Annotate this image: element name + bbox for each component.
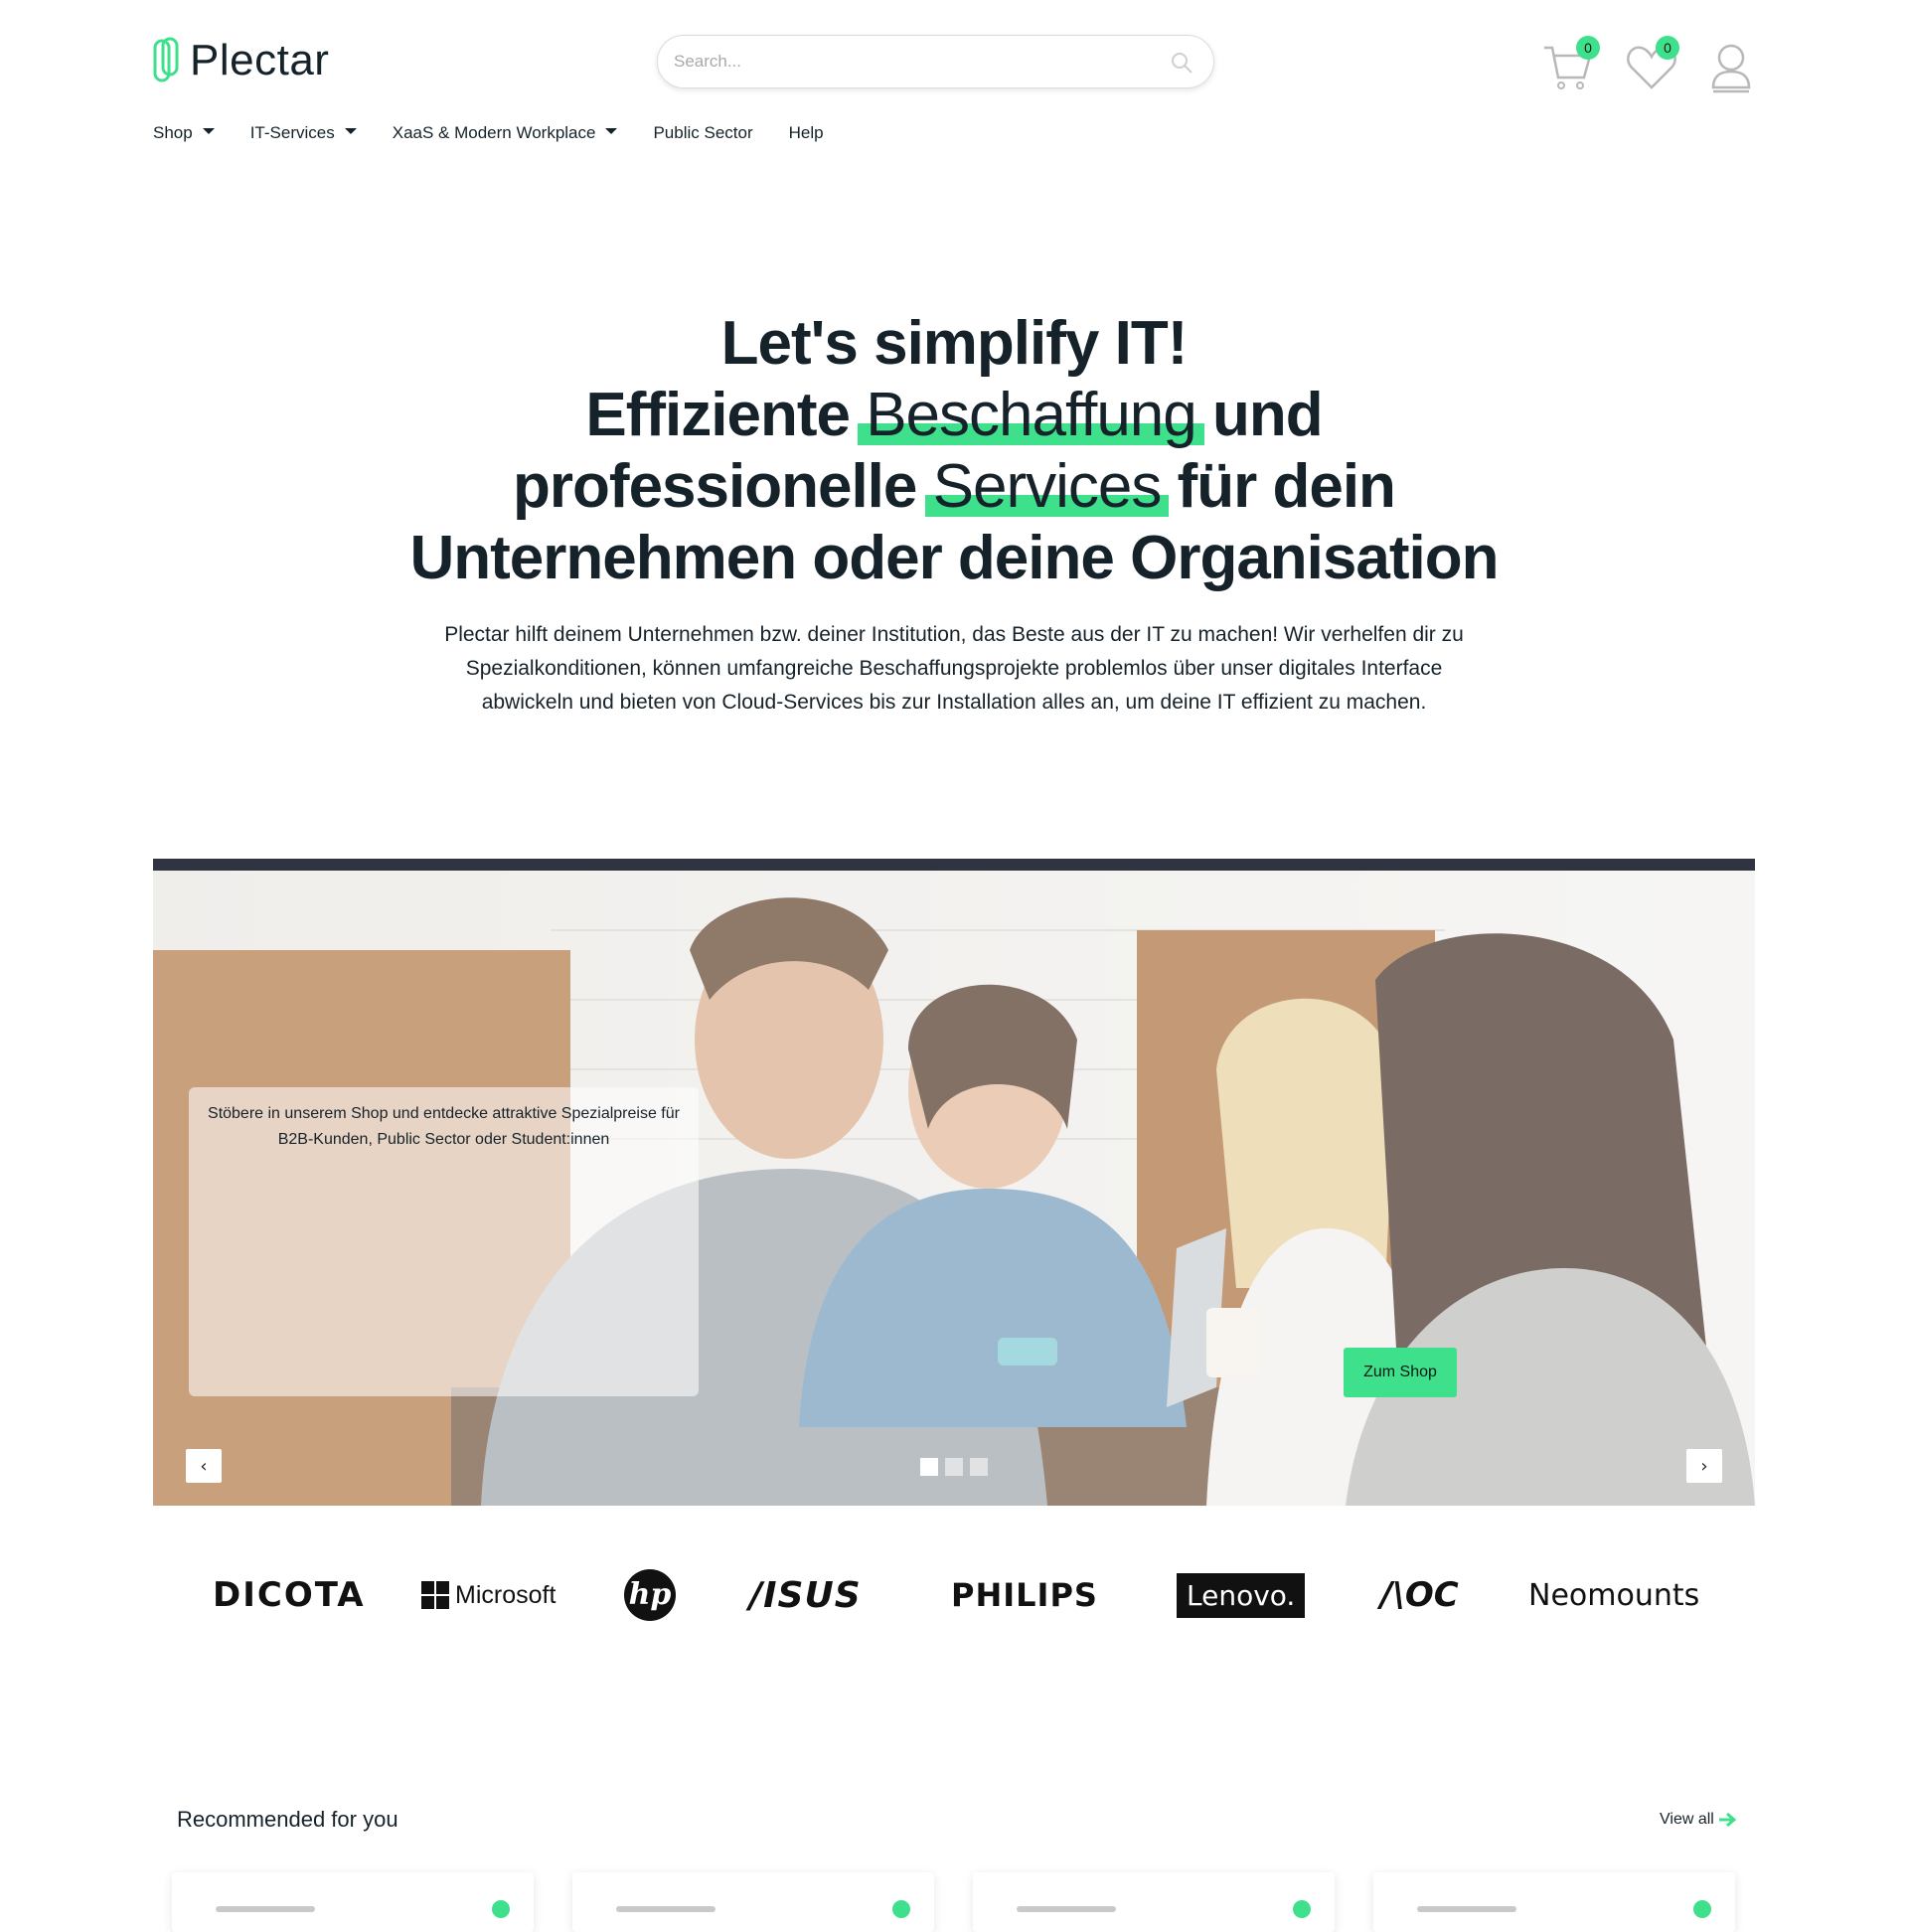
hero-subtitle: Plectar hilft deinem Unternehmen bzw. de… [444,623,1464,714]
hp-logo[interactable]: hp [624,1565,676,1625]
hero-line-2-pre: Effiziente [585,381,867,449]
caret-down-icon [344,128,357,134]
microsoft-logo[interactable]: Microsoft [421,1565,556,1625]
nav-item-xaas[interactable]: XaaS & Modern Workplace [393,123,618,143]
product-card[interactable] [973,1872,1335,1932]
dicota-logo[interactable]: DICOTA [213,1565,366,1625]
view-all-label: View all [1660,1811,1714,1828]
product-image [1017,1906,1116,1912]
wishlist-count-badge: 0 [1656,36,1679,60]
hero-line-3-post: für dein [1161,452,1396,521]
hero-carousel[interactable]: Stöbere in unserem Shop und entdecke att… [153,859,1755,1506]
philips-logo[interactable]: PHILIPS [951,1565,1098,1625]
nav-item-label: XaaS & Modern Workplace [392,123,596,142]
nav-item-help[interactable]: Help [789,123,824,143]
dicota-logo-text: DICOTA [213,1575,366,1615]
microsoft-windows-icon [421,1581,449,1609]
product-image [616,1906,716,1912]
caret-down-icon [202,128,215,134]
search-input[interactable] [672,36,1149,87]
wishlist-toggle[interactable] [892,1900,910,1918]
product-image [1417,1906,1516,1912]
carousel-indicator-2[interactable] [945,1458,963,1476]
search-bar[interactable] [657,35,1214,88]
neomounts-logo-text: Neomounts [1528,1577,1700,1613]
philips-logo-text: PHILIPS [951,1576,1098,1614]
arrow-right-icon [1718,1813,1736,1827]
hero-line-3-pre: professionelle [513,452,933,521]
user-icon [1711,44,1751,93]
wishlist-toggle[interactable] [1693,1900,1711,1918]
nav-item-label: Help [788,123,824,142]
account-button[interactable] [1703,40,1759,95]
neomounts-logo[interactable]: Neomounts [1528,1565,1699,1625]
carousel-indicator-3[interactable] [970,1458,988,1476]
hp-logo-text: hp [624,1569,676,1621]
carousel-indicator-1[interactable] [920,1458,938,1476]
nav-item-label: IT-Services [249,123,335,142]
view-all-link[interactable]: View all [1660,1811,1736,1829]
cart-button[interactable]: 0 [1540,36,1600,95]
hero-line-4: Unternehmen oder deine Organisation [409,524,1500,592]
chevron-left-icon: ‹ [200,1456,208,1477]
chevron-right-icon: › [1700,1456,1708,1477]
hero-line-2-post: und [1195,381,1324,449]
product-card[interactable] [572,1872,934,1932]
carousel-caption: Stöbere in unserem Shop und entdecke att… [189,1087,699,1396]
wishlist-toggle[interactable] [1293,1900,1311,1918]
plectar-logo[interactable]: Plectar [152,36,329,85]
brand-logo-strip: DICOTA Microsoft hp /ISUS PHILIPS Lenovo… [153,1565,1755,1625]
nav-item-label: Shop [153,123,193,142]
product-card[interactable] [172,1872,534,1932]
asus-logo[interactable]: /ISUS [749,1565,862,1625]
main-nav: Shop IT-Services XaaS & Modern Workplace… [153,123,824,143]
highlight-services: Services [924,452,1170,521]
carousel-next-button[interactable]: › [1686,1449,1722,1483]
brand-name: Plectar [190,36,330,84]
cart-count-badge: 0 [1576,36,1600,60]
zum-shop-button[interactable]: Zum Shop [1344,1348,1457,1397]
aoc-logo-text: /\OC [1380,1575,1459,1615]
hero-headline: Let's simplify IT! Effiziente Beschaffun… [0,308,1908,594]
lenovo-logo-text: Lenovo. [1177,1572,1306,1618]
wishlist-toggle[interactable] [492,1900,510,1918]
caret-down-icon [605,128,618,134]
nav-item-it-services[interactable]: IT-Services [250,123,357,143]
nav-item-shop[interactable]: Shop [153,123,215,143]
asus-logo-text: /ISUS [749,1574,862,1616]
nav-item-public-sector[interactable]: Public Sector [653,123,752,143]
search-icon[interactable] [1170,51,1193,75]
recommended-title: Recommended for you [177,1807,398,1832]
carousel-top-bar [153,859,1755,871]
product-image [216,1906,315,1912]
microsoft-logo-text: Microsoft [455,1580,556,1609]
wishlist-button[interactable]: 0 [1624,36,1679,95]
hero-line-1: Let's simplify IT! [720,309,1189,378]
aoc-logo[interactable]: /\OC [1380,1565,1459,1625]
carousel-indicators [920,1458,988,1476]
highlight-beschaffung: Beschaffung [858,381,1204,449]
lenovo-logo[interactable]: Lenovo. [1177,1565,1306,1625]
nav-item-label: Public Sector [653,123,753,142]
carousel-caption-text: Stöbere in unserem Shop und entdecke att… [208,1105,680,1148]
product-card[interactable] [1373,1872,1735,1932]
carousel-prev-button[interactable]: ‹ [186,1449,222,1483]
plectar-logo-icon [153,37,179,82]
